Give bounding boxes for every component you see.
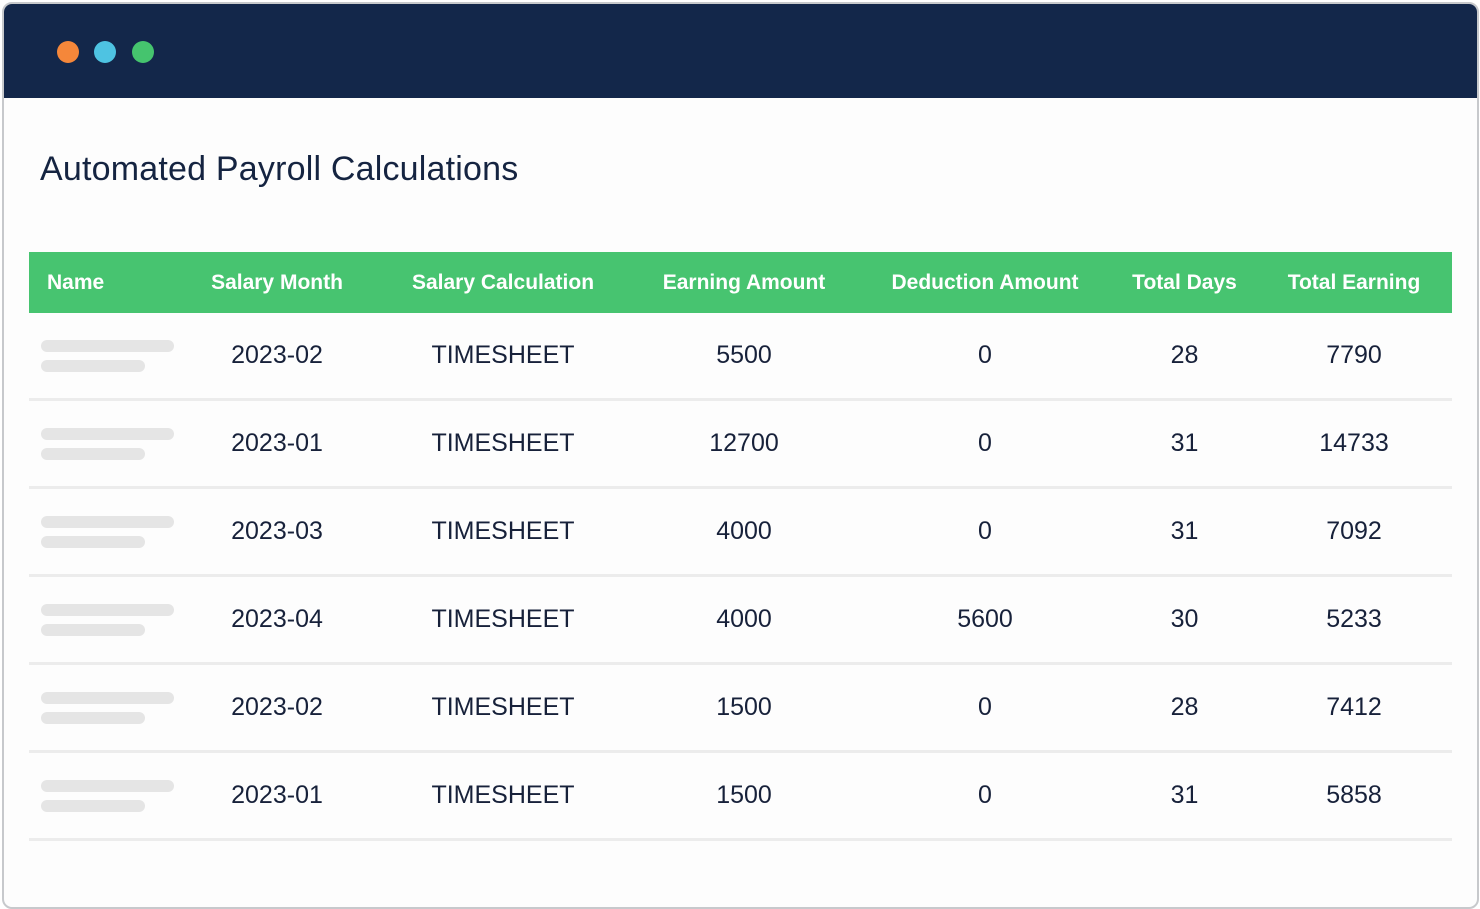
table-row[interactable]: 2023-03 TIMESHEET 4000 0 31 7092 [29, 489, 1452, 577]
column-header-salary-month[interactable]: Salary Month [179, 271, 375, 295]
placeholder-line [41, 779, 174, 792]
placeholder-line [41, 535, 145, 548]
maximize-window-icon[interactable] [132, 41, 154, 63]
total-earning-cell: 5233 [1326, 605, 1382, 633]
placeholder-line [41, 623, 145, 636]
app-window: Automated Payroll Calculations Name Sala… [2, 2, 1479, 909]
column-header-deduction-amount[interactable]: Deduction Amount [857, 271, 1113, 295]
name-cell [29, 691, 179, 724]
placeholder-line [41, 427, 174, 440]
total-days-cell: 28 [1170, 341, 1199, 369]
earning-amount-cell: 1500 [716, 693, 772, 721]
table-header: Name Salary Month Salary Calculation Ear… [29, 252, 1452, 313]
column-header-earning-amount[interactable]: Earning Amount [631, 271, 857, 295]
name-placeholder [41, 339, 179, 372]
total-days-cell: 30 [1170, 605, 1199, 633]
earning-amount-cell: 12700 [709, 429, 779, 457]
deduction-amount-cell: 0 [978, 429, 992, 457]
table-row[interactable]: 2023-04 TIMESHEET 4000 5600 30 5233 [29, 577, 1452, 665]
salary-month-cell: 2023-02 [231, 341, 323, 369]
earning-amount-cell: 1500 [716, 781, 772, 809]
name-cell [29, 603, 179, 636]
close-window-icon[interactable] [57, 41, 79, 63]
deduction-amount-cell: 0 [978, 693, 992, 721]
total-earning-cell: 5858 [1326, 781, 1382, 809]
name-placeholder [41, 515, 179, 548]
salary-calculation-cell: TIMESHEET [431, 781, 575, 809]
column-header-total-earning[interactable]: Total Earning [1256, 271, 1452, 295]
table-body: 2023-02 TIMESHEET 5500 0 28 7790 2023-01… [29, 313, 1452, 841]
name-placeholder [41, 603, 179, 636]
salary-month-cell: 2023-01 [231, 781, 323, 809]
name-cell [29, 515, 179, 548]
placeholder-line [41, 447, 145, 460]
total-days-cell: 28 [1170, 693, 1199, 721]
column-header-salary-calculation[interactable]: Salary Calculation [375, 271, 631, 295]
salary-calculation-cell: TIMESHEET [431, 605, 575, 633]
window-titlebar [4, 4, 1477, 98]
salary-month-cell: 2023-02 [231, 693, 323, 721]
name-cell [29, 427, 179, 460]
name-placeholder [41, 427, 179, 460]
total-earning-cell: 7412 [1326, 693, 1382, 721]
minimize-window-icon[interactable] [94, 41, 116, 63]
total-earning-cell: 7092 [1326, 517, 1382, 545]
deduction-amount-cell: 0 [978, 517, 992, 545]
payroll-table: Name Salary Month Salary Calculation Ear… [29, 252, 1452, 841]
placeholder-line [41, 711, 145, 724]
total-days-cell: 31 [1170, 517, 1199, 545]
salary-calculation-cell: TIMESHEET [431, 517, 575, 545]
placeholder-line [41, 603, 174, 616]
deduction-amount-cell: 0 [978, 341, 992, 369]
salary-calculation-cell: TIMESHEET [431, 693, 575, 721]
salary-month-cell: 2023-03 [231, 517, 323, 545]
table-row[interactable]: 2023-01 TIMESHEET 1500 0 31 5858 [29, 753, 1452, 841]
total-days-cell: 31 [1170, 781, 1199, 809]
earning-amount-cell: 5500 [716, 341, 772, 369]
name-placeholder [41, 779, 179, 812]
salary-calculation-cell: TIMESHEET [431, 429, 575, 457]
placeholder-line [41, 799, 145, 812]
deduction-amount-cell: 0 [978, 781, 992, 809]
page-title: Automated Payroll Calculations [40, 150, 519, 188]
total-days-cell: 31 [1170, 429, 1199, 457]
deduction-amount-cell: 5600 [957, 605, 1013, 633]
placeholder-line [41, 515, 174, 528]
table-row[interactable]: 2023-02 TIMESHEET 5500 0 28 7790 [29, 313, 1452, 401]
earning-amount-cell: 4000 [716, 605, 772, 633]
column-header-name[interactable]: Name [29, 271, 179, 295]
name-cell [29, 779, 179, 812]
salary-month-cell: 2023-01 [231, 429, 323, 457]
earning-amount-cell: 4000 [716, 517, 772, 545]
name-placeholder [41, 691, 179, 724]
salary-calculation-cell: TIMESHEET [431, 341, 575, 369]
table-row[interactable]: 2023-02 TIMESHEET 1500 0 28 7412 [29, 665, 1452, 753]
column-header-total-days[interactable]: Total Days [1113, 271, 1256, 295]
total-earning-cell: 14733 [1319, 429, 1389, 457]
total-earning-cell: 7790 [1326, 341, 1382, 369]
name-cell [29, 339, 179, 372]
salary-month-cell: 2023-04 [231, 605, 323, 633]
placeholder-line [41, 339, 174, 352]
placeholder-line [41, 359, 145, 372]
table-row[interactable]: 2023-01 TIMESHEET 12700 0 31 14733 [29, 401, 1452, 489]
placeholder-line [41, 691, 174, 704]
